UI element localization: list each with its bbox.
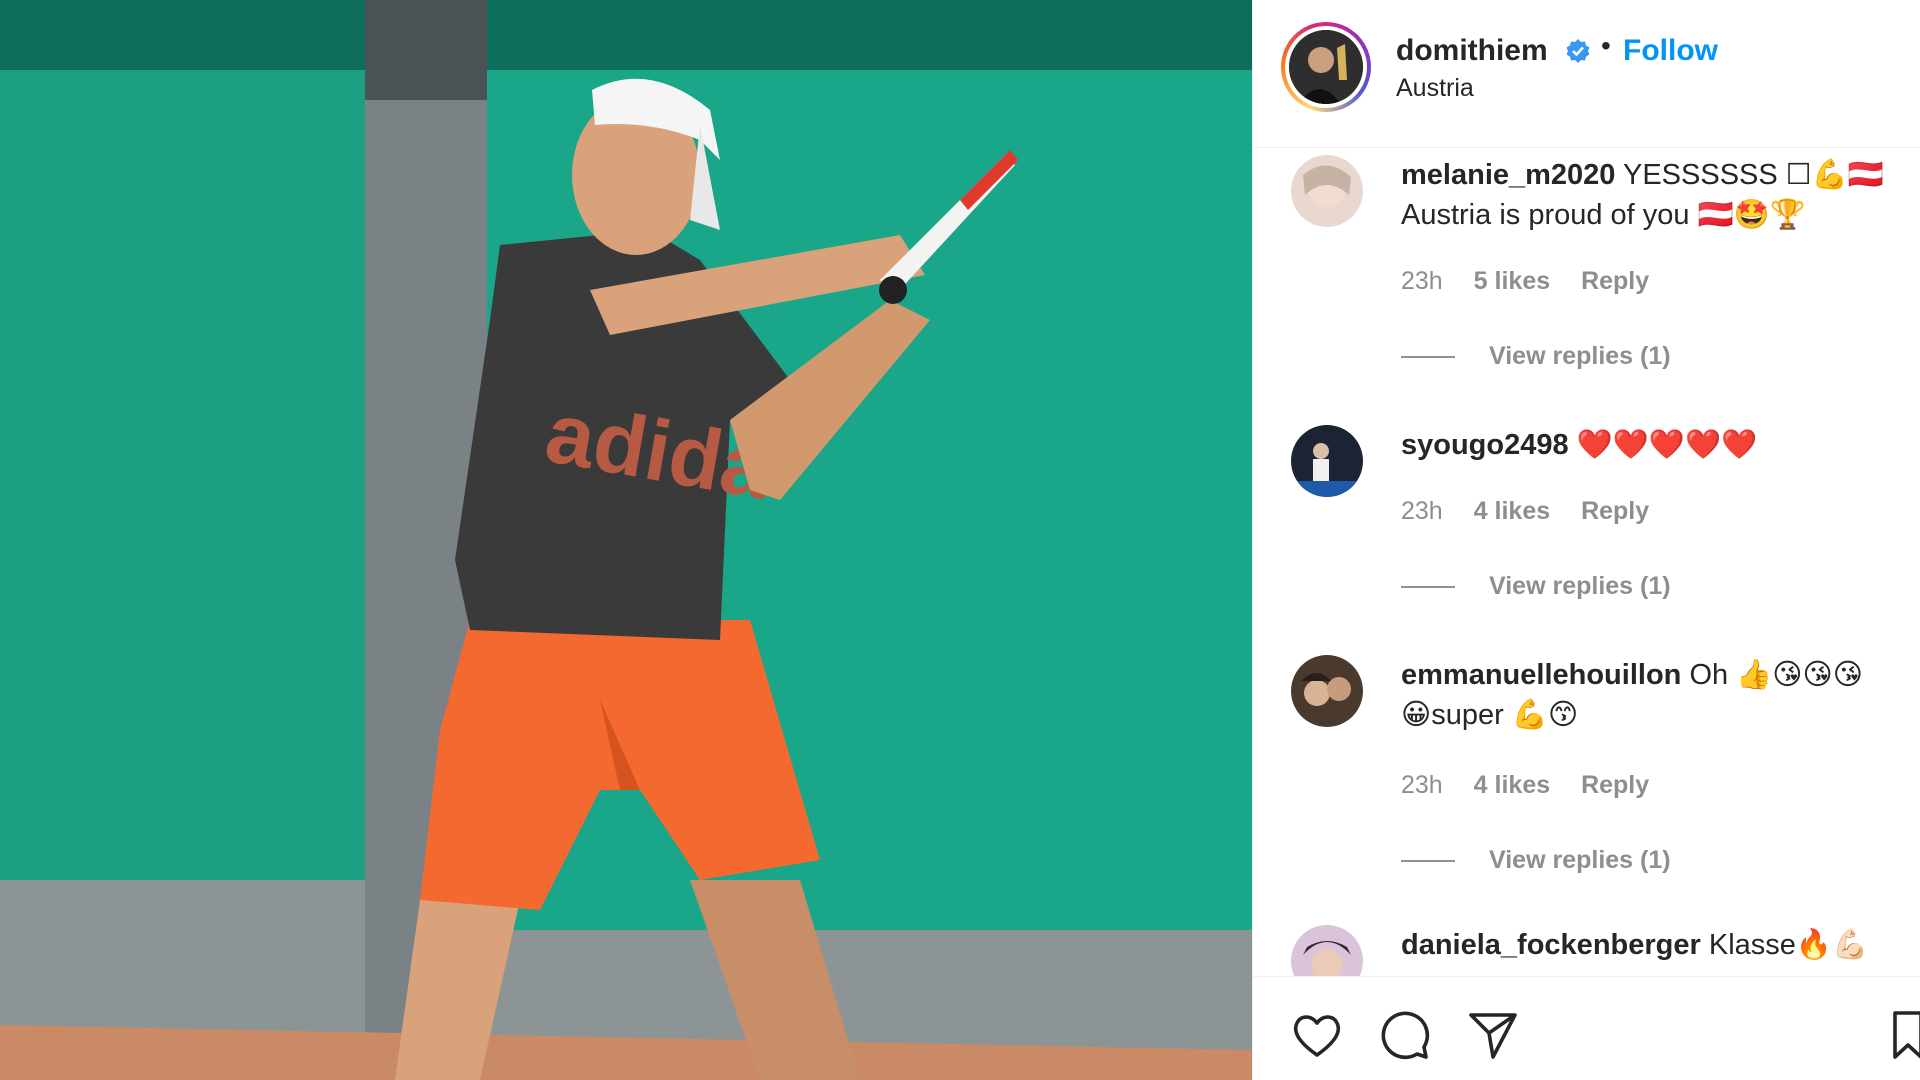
view-replies-label: View replies (1) [1489,572,1671,600]
post-header: domithiem • Follow Austria [1253,0,1920,148]
follow-button[interactable]: Follow [1623,34,1718,68]
view-replies-button[interactable]: View replies (1) [1401,846,1671,875]
view-replies-button[interactable]: View replies (1) [1401,342,1671,371]
post-side-panel: domithiem • Follow Austria melanie_m2020… [1252,0,1920,1080]
comment-username[interactable]: melanie_m2020 [1401,159,1615,191]
comment-meta: 23h 4 likes Reply [1401,497,1673,526]
verified-badge-icon [1566,39,1590,63]
reply-button[interactable]: Reply [1581,771,1649,799]
commenter-avatar[interactable] [1291,655,1363,727]
post-username[interactable]: domithiem [1396,34,1548,68]
comment-likes[interactable]: 5 likes [1474,267,1550,295]
comment-username[interactable]: emmanuellehouillon [1401,659,1681,691]
bookmark-icon[interactable] [1891,1007,1920,1063]
view-replies-label: View replies (1) [1489,342,1671,370]
comment-text: ❤️❤️❤️❤️❤️ [1576,429,1758,461]
comment-username[interactable]: daniela_fockenberger [1401,929,1701,961]
comment-meta: 23h 4 likes Reply [1401,771,1673,800]
comment-time[interactable]: 23h [1401,267,1443,295]
comment-text: Klasse🔥💪🏻 [1708,929,1869,961]
comment-likes[interactable]: 4 likes [1474,771,1550,799]
commenter-avatar[interactable] [1291,425,1363,497]
post-photo[interactable]: adida [0,0,1252,1080]
tennis-player-image: adida [0,0,1252,1080]
comment-username[interactable]: syougo2498 [1401,429,1569,461]
commenter-avatar[interactable] [1291,155,1363,227]
replies-divider-line [1401,586,1455,589]
heart-icon[interactable] [1289,1007,1345,1063]
comment-bubble-icon[interactable] [1377,1007,1433,1063]
reply-button[interactable]: Reply [1581,497,1649,525]
post-action-bar [1253,976,1920,1080]
profile-avatar[interactable] [1281,22,1371,112]
comment-time[interactable]: 23h [1401,771,1443,799]
view-replies-label: View replies (1) [1489,846,1671,874]
comments-list[interactable]: melanie_m2020 YESSSSSS ☐💪🇦🇹 Austria is p… [1253,149,1920,976]
paper-plane-icon[interactable] [1465,1007,1521,1063]
comment-meta: 23h 5 likes Reply [1401,267,1673,296]
reply-button[interactable]: Reply [1581,267,1649,295]
comment-likes[interactable]: 4 likes [1474,497,1550,525]
view-replies-button[interactable]: View replies (1) [1401,572,1671,601]
commenter-avatar[interactable] [1291,925,1363,976]
replies-divider-line [1401,356,1455,359]
post-location[interactable]: Austria [1396,74,1474,103]
header-separator: • [1601,30,1611,61]
replies-divider-line [1401,860,1455,863]
comment-time[interactable]: 23h [1401,497,1443,525]
